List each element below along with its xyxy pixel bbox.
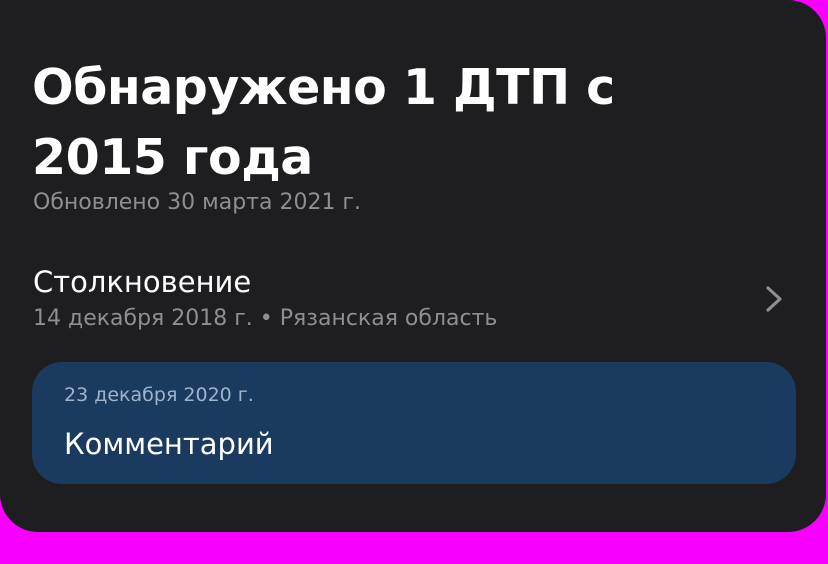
- comment-box[interactable]: 23 декабря 2020 г. Комментарий: [32, 362, 796, 484]
- page-title: Обнаружено 1 ДТП с 2015 года: [32, 59, 615, 186]
- accident-list-item[interactable]: Столкновение 14 декабря 2018 г. • Рязанс…: [0, 258, 826, 342]
- comment-date: 23 декабря 2020 г.: [64, 384, 254, 406]
- accident-type: Столкновение: [33, 265, 252, 299]
- accident-history-card: Обнаружено 1 ДТП с 2015 года Обновлено 3…: [0, 0, 826, 532]
- chevron-right-icon: [766, 286, 782, 312]
- updated-date: Обновлено 30 марта 2021 г.: [33, 190, 361, 215]
- comment-label: Комментарий: [64, 427, 274, 461]
- accident-date-region: 14 декабря 2018 г. • Рязанская область: [33, 306, 498, 331]
